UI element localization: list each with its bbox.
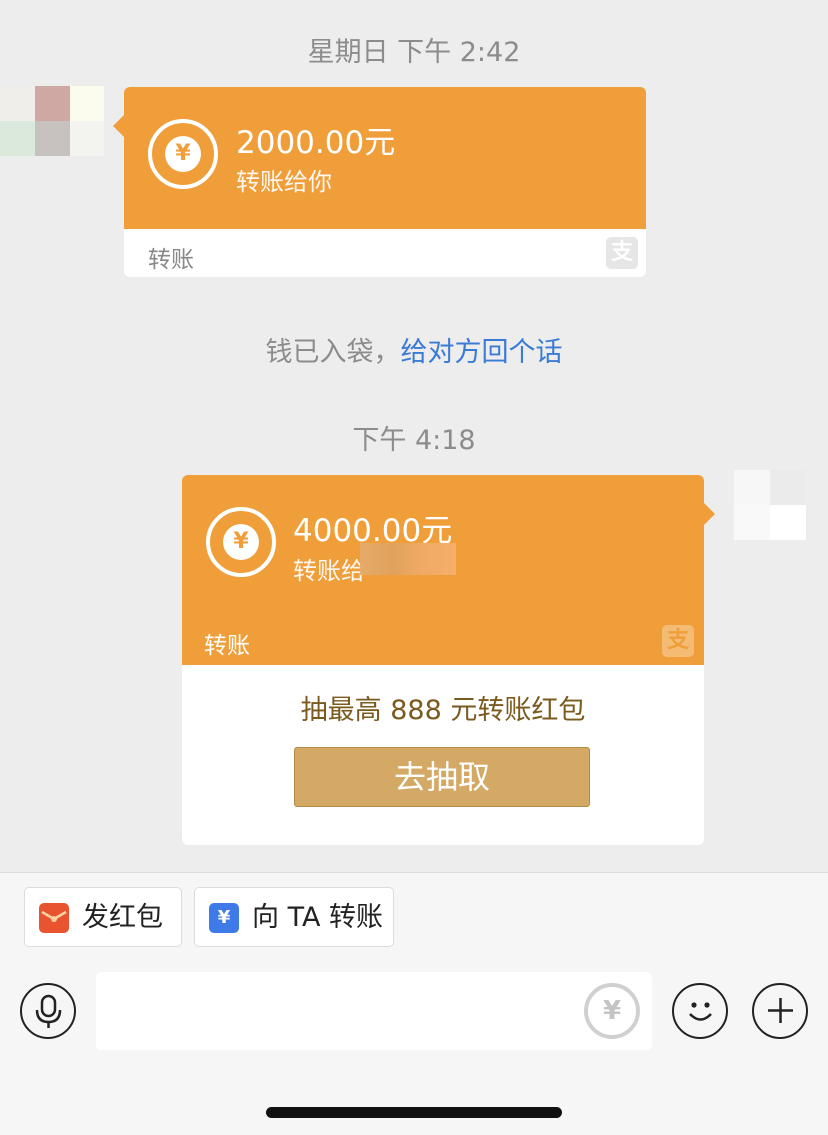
- received-subtitle: 转账给你: [236, 168, 332, 196]
- sender-avatar[interactable]: [0, 86, 104, 156]
- microphone-icon[interactable]: [20, 983, 76, 1039]
- red-envelope-icon: [39, 903, 69, 933]
- promo-text: 抽最高 888 元转账红包: [300, 695, 586, 726]
- received-amount: 2000.00元: [236, 125, 396, 161]
- system-message-text: 钱已入袋，: [265, 337, 401, 368]
- transfer-coin-icon: ¥: [148, 119, 218, 189]
- alipay-icon: 支: [662, 625, 694, 657]
- transfer-icon: ¥: [209, 903, 239, 933]
- home-indicator[interactable]: [266, 1107, 562, 1118]
- claim-button[interactable]: 去抽取: [294, 747, 590, 807]
- sent-footer-label: 转账: [204, 633, 250, 659]
- yuan-transfer-icon[interactable]: ¥: [584, 983, 640, 1039]
- my-avatar[interactable]: [734, 470, 806, 540]
- transfer-to-ta-label: 向 TA 转账: [252, 902, 384, 933]
- timestamp-second: 下午 4:18: [352, 425, 476, 456]
- send-red-envelope-button[interactable]: 发红包: [24, 887, 182, 947]
- reply-link[interactable]: 给对方回个话: [401, 337, 563, 368]
- system-message: 钱已入袋，给对方回个话: [0, 330, 828, 369]
- smiley-icon[interactable]: [672, 983, 728, 1039]
- timestamp-first: 星期日 下午 2:42: [307, 37, 521, 68]
- sent-subtitle: 转账给: [293, 557, 365, 585]
- plus-icon[interactable]: [752, 983, 808, 1039]
- redacted-name: [360, 543, 456, 575]
- alipay-icon: 支: [606, 237, 638, 269]
- message-input[interactable]: [96, 972, 652, 1050]
- send-red-envelope-label: 发红包: [82, 902, 163, 933]
- transfer-to-ta-button[interactable]: ¥ 向 TA 转账: [194, 887, 394, 947]
- received-transfer-card[interactable]: ¥ 2000.00元 转账给你 转账 支: [113, 87, 646, 277]
- transfer-coin-icon: ¥: [206, 507, 276, 577]
- received-footer-label: 转账: [148, 247, 194, 273]
